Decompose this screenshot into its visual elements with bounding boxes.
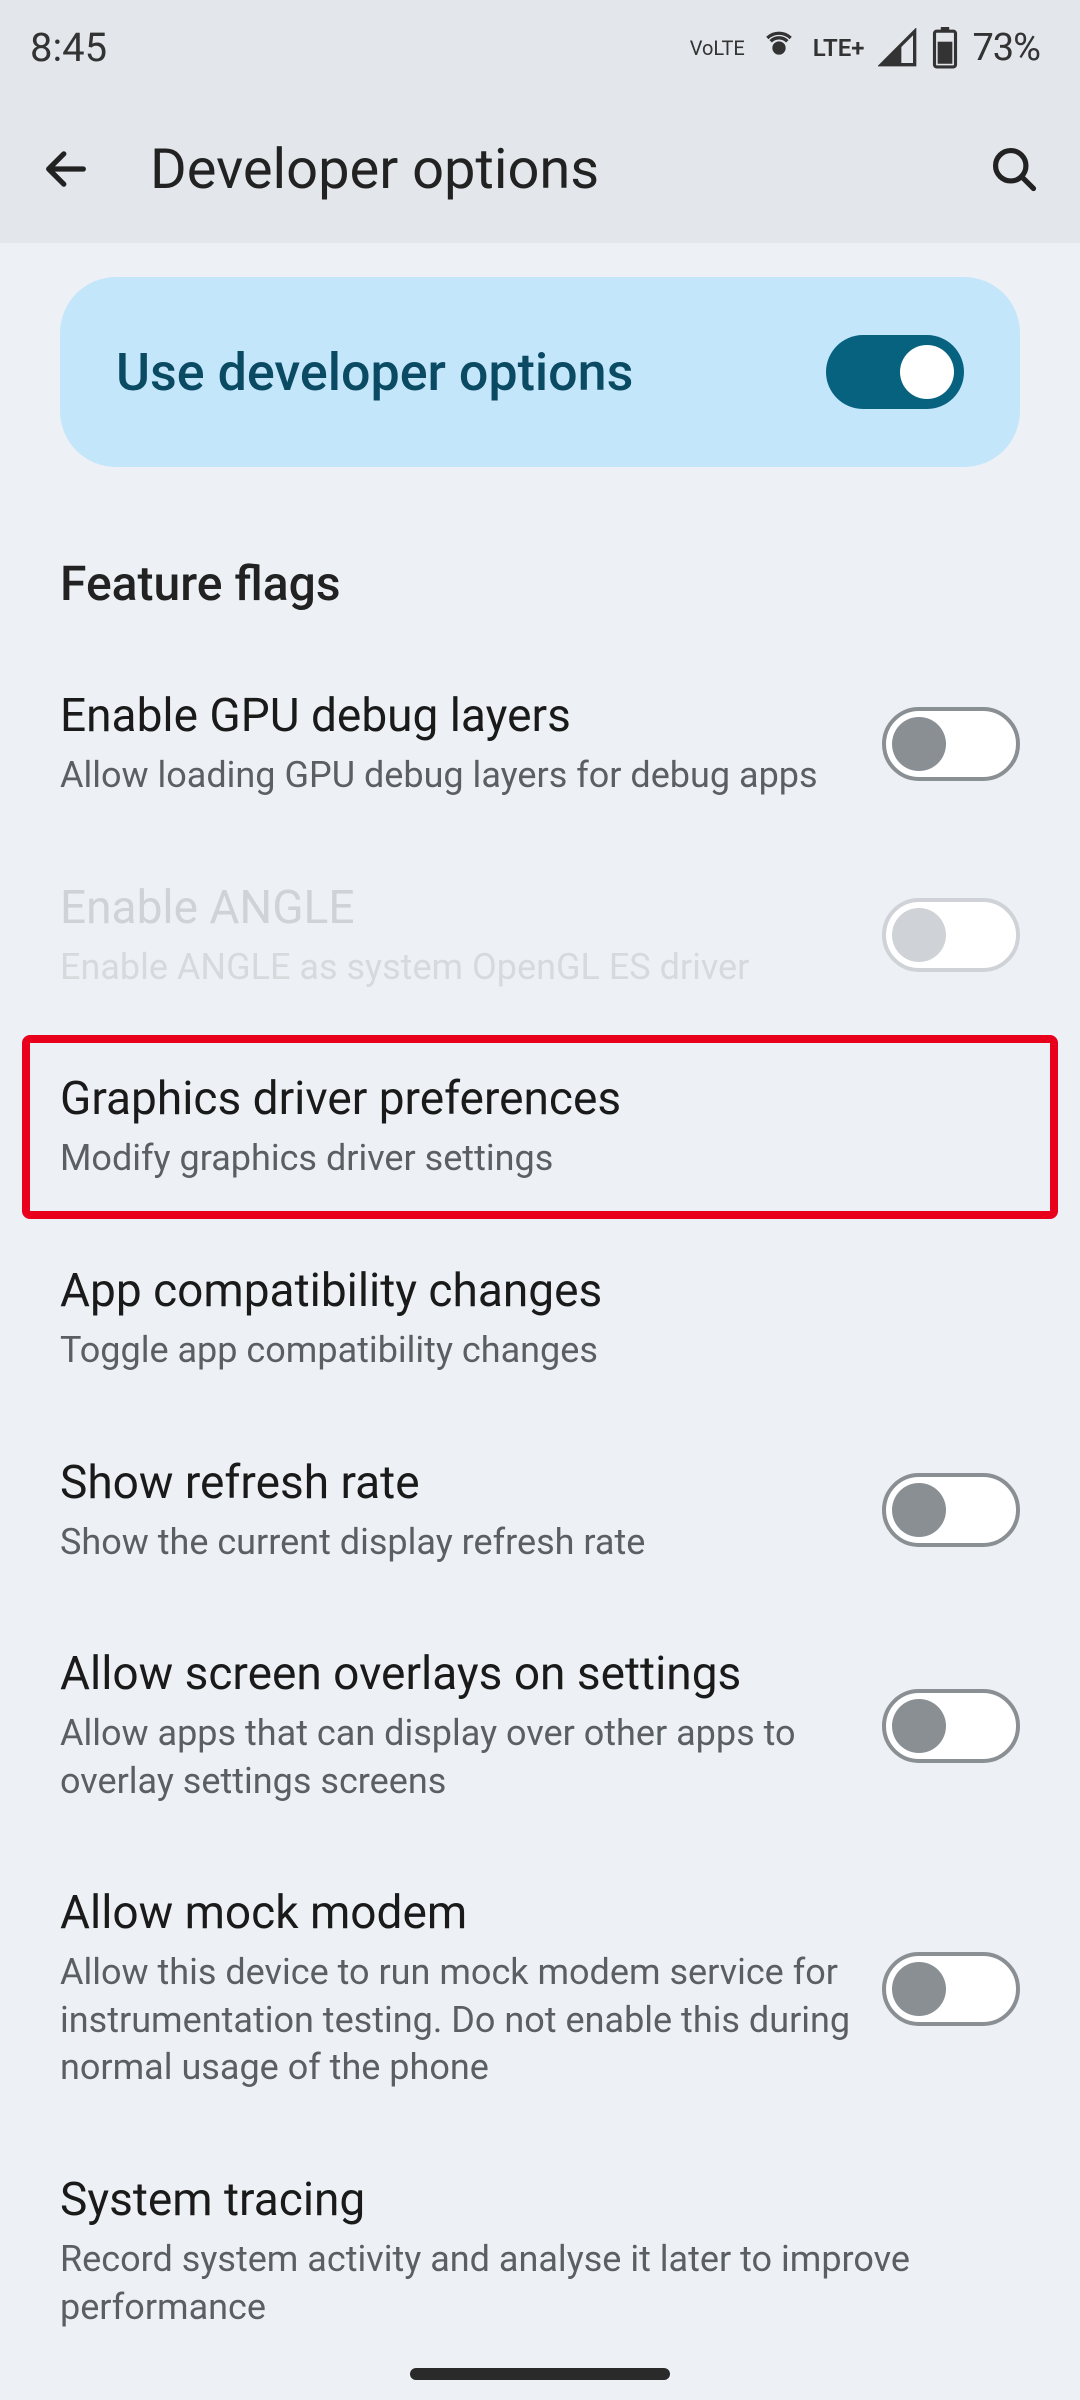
row-subtitle: Enable ANGLE as system OpenGL ES driver [60, 944, 852, 992]
row-title: Enable ANGLE [60, 880, 852, 936]
toggle-gpu-debug[interactable] [882, 707, 1020, 781]
signal-icon [878, 28, 918, 68]
master-toggle-label: Use developer options [116, 342, 633, 403]
row-title: App compatibility changes [60, 1263, 1020, 1319]
toggle-screen-overlays[interactable] [882, 1689, 1020, 1763]
row-show-refresh-rate[interactable]: Show refresh rate Show the current displ… [0, 1415, 1080, 1607]
row-subtitle: Allow loading GPU debug layers for debug… [60, 752, 852, 800]
search-button[interactable] [978, 133, 1050, 205]
row-title: Allow screen overlays on settings [60, 1646, 852, 1702]
content: Use developer options Feature flags Enab… [0, 243, 1080, 2371]
row-graphics-driver-preferences[interactable]: Graphics driver preferences Modify graph… [22, 1035, 1058, 1219]
back-button[interactable] [30, 133, 102, 205]
master-toggle-card[interactable]: Use developer options [60, 277, 1020, 467]
status-time: 8:45 [30, 24, 107, 71]
row-subtitle: Modify graphics driver settings [60, 1135, 1020, 1183]
row-enable-angle: Enable ANGLE Enable ANGLE as system Open… [0, 840, 1080, 1032]
master-toggle-switch[interactable] [826, 335, 964, 409]
status-bar: 8:45 VoLTE LTE+ 73% [0, 0, 1080, 95]
row-subtitle: Record system activity and analyse it la… [60, 2236, 1020, 2331]
toggle-mock-modem[interactable] [882, 1952, 1020, 2026]
row-system-tracing[interactable]: System tracing Record system activity an… [0, 2132, 1080, 2371]
row-title: Allow mock modem [60, 1885, 852, 1941]
row-app-compatibility[interactable]: App compatibility changes Toggle app com… [0, 1223, 1080, 1415]
toggle-refresh-rate[interactable] [882, 1473, 1020, 1547]
row-gpu-debug-layers[interactable]: Enable GPU debug layers Allow loading GP… [0, 648, 1080, 840]
arrow-left-icon [40, 143, 92, 195]
row-title: System tracing [60, 2172, 1020, 2228]
toggle-angle [882, 898, 1020, 972]
page-title: Developer options [150, 136, 930, 202]
row-subtitle: Allow apps that can display over other a… [60, 1710, 852, 1805]
app-bar: Developer options [0, 95, 1080, 243]
row-subtitle: Toggle app compatibility changes [60, 1327, 1020, 1375]
row-subtitle: Allow this device to run mock modem serv… [60, 1949, 852, 2092]
volte-icon: VoLTE [690, 39, 745, 57]
search-icon [988, 143, 1040, 195]
battery-icon [932, 27, 958, 69]
battery-percent: 73% [972, 26, 1040, 70]
row-subtitle: Show the current display refresh rate [60, 1519, 852, 1567]
row-screen-overlays[interactable]: Allow screen overlays on settings Allow … [0, 1606, 1080, 1845]
row-title: Graphics driver preferences [60, 1071, 1020, 1127]
row-title: Enable GPU debug layers [60, 688, 852, 744]
lte-icon: LTE+ [813, 34, 865, 62]
status-right: VoLTE LTE+ 73% [690, 26, 1040, 70]
gesture-nav-bar[interactable] [410, 2368, 670, 2380]
row-title: Show refresh rate [60, 1455, 852, 1511]
row-mock-modem[interactable]: Allow mock modem Allow this device to ru… [0, 1845, 1080, 2132]
hotspot-icon [759, 28, 799, 68]
section-feature-flags: Feature flags [0, 507, 1080, 648]
